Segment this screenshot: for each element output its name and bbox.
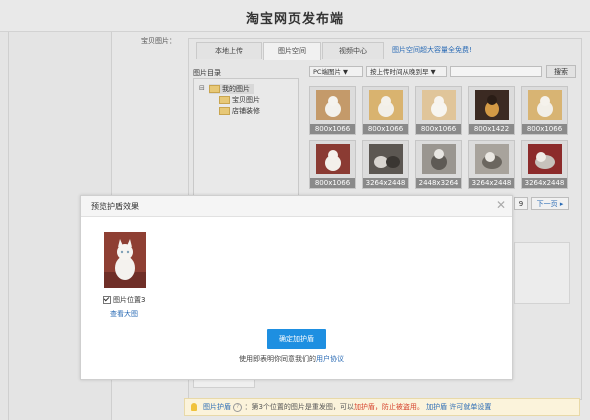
shield-settings-link[interactable]: 加护盾 许可就单设置 <box>426 403 491 411</box>
agreement-prefix: 使用即表明你同意我们的 <box>239 355 316 363</box>
field-label: 宝贝图片： <box>141 37 176 45</box>
cat-photo <box>316 144 350 174</box>
image-thumbnail[interactable]: 800x1066 <box>309 140 356 189</box>
help-icon[interactable]: ? <box>233 402 243 412</box>
image-thumbnail[interactable]: 800x1066 <box>521 86 568 135</box>
tree-item-label: 店铺装修 <box>232 107 260 115</box>
cat-photo <box>528 90 562 120</box>
image-size: 3264x2448 <box>469 178 514 188</box>
close-icon[interactable]: ✕ <box>496 198 506 212</box>
cat-photo <box>422 144 456 174</box>
folder-icon <box>209 85 220 93</box>
confirm-shield-button[interactable]: 确定加护盾 <box>267 329 326 349</box>
tree-item-product-images[interactable]: 宝贝图片 <box>219 95 260 105</box>
image-thumbnail[interactable]: 2448x3264 <box>415 140 462 189</box>
image-thumbnail[interactable]: 3264x2448 <box>362 140 409 189</box>
shield-label[interactable]: 图片护盾 <box>203 403 231 411</box>
view-large-link[interactable]: 查看大图 <box>110 309 138 319</box>
image-position-checkbox[interactable]: 图片位置3 <box>103 295 145 305</box>
dialog-header: 预览护盾效果 ✕ <box>81 196 512 217</box>
top-bar: 淘宝网页发布端 <box>0 0 590 32</box>
source-select[interactable]: PC端图片 ▼ <box>309 66 363 77</box>
next-page-button[interactable]: 下一页 ▸ <box>531 197 569 210</box>
image-size: 800x1066 <box>522 124 567 134</box>
cat-photo <box>422 90 456 120</box>
preview-image[interactable] <box>104 232 146 288</box>
divider <box>8 32 9 420</box>
image-thumbnail[interactable]: 3264x2448 <box>521 140 568 189</box>
cat-photo <box>475 90 509 120</box>
search-button[interactable]: 搜索 <box>546 65 576 78</box>
tab-video-center[interactable]: 视频中心 <box>322 42 384 59</box>
image-size: 2448x3264 <box>416 178 461 188</box>
tab-image-space[interactable]: 图片空间 <box>263 42 321 60</box>
tree-item-label: 宝贝图片 <box>232 96 260 104</box>
image-size: 800x1066 <box>310 124 355 134</box>
image-size: 800x1422 <box>469 124 514 134</box>
user-agreement-link[interactable]: 用户协议 <box>316 355 344 363</box>
image-size: 3264x2448 <box>363 178 408 188</box>
preview-shield-dialog: 预览护盾效果 ✕ 图片位置3 查看大图 确定加护盾 使用即表明你同意我们的用户协… <box>80 195 513 380</box>
shield-tip-bar: 图片护盾 ? ：第3个位置的图片是重发图，可以加护盾，防止被盗用。 加护盾 许可… <box>184 398 580 416</box>
tab-local-upload[interactable]: 本地上传 <box>196 42 262 59</box>
cat-photo <box>104 232 146 288</box>
bulb-icon <box>191 403 197 411</box>
tree-item-shop-decor[interactable]: 店铺装修 <box>219 106 260 116</box>
folder-icon <box>219 107 230 115</box>
cat-photo <box>369 144 403 174</box>
image-size: 800x1066 <box>310 178 355 188</box>
free-space-link[interactable]: 图片空间超大容量全免费! <box>392 45 472 55</box>
search-input[interactable] <box>450 66 542 77</box>
image-thumbnail[interactable]: 800x1422 <box>468 86 515 135</box>
cat-photo <box>316 90 350 120</box>
tip-warning: 加护盾，防止被盗用。 <box>353 403 424 411</box>
tree-item-label: 我的图片 <box>222 85 250 93</box>
image-size: 800x1066 <box>416 124 461 134</box>
checkbox-checked[interactable] <box>103 296 111 304</box>
checkbox-label: 图片位置3 <box>113 296 146 304</box>
page-number[interactable]: 9 <box>514 197 528 210</box>
cat-photo <box>528 144 562 174</box>
directory-title: 图片目录 <box>193 69 221 77</box>
tip-text: ：第3个位置的图片是重发图，可以 <box>244 403 354 411</box>
image-size: 800x1066 <box>363 124 408 134</box>
cat-photo <box>475 144 509 174</box>
image-thumbnail[interactable]: 800x1066 <box>309 86 356 135</box>
agreement-text: 使用即表明你同意我们的用户协议 <box>239 354 344 364</box>
sort-select[interactable]: 按上传时间从晚到早 ▼ <box>366 66 447 77</box>
cat-photo <box>369 90 403 120</box>
tree-item-my-images[interactable]: 我的图片 <box>209 84 254 94</box>
collapse-icon[interactable]: ⊟ <box>199 84 205 92</box>
image-size: 3264x2448 <box>522 178 567 188</box>
image-thumbnail[interactable]: 800x1066 <box>362 86 409 135</box>
image-thumbnail[interactable]: 3264x2448 <box>468 140 515 189</box>
side-box <box>514 242 570 304</box>
image-thumbnail[interactable]: 800x1066 <box>415 86 462 135</box>
app-title: 淘宝网页发布端 <box>245 12 344 27</box>
folder-icon <box>219 96 230 104</box>
dialog-title: 预览护盾效果 <box>91 202 139 211</box>
